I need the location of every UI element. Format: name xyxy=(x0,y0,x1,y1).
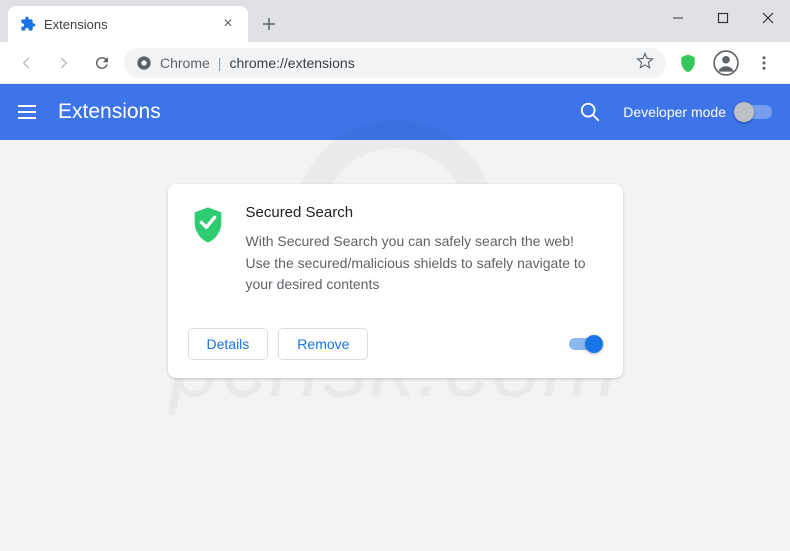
developer-mode-label: Developer mode xyxy=(623,104,726,120)
tab-title: Extensions xyxy=(44,17,212,32)
close-window-button[interactable] xyxy=(745,0,790,36)
extension-description: With Secured Search you can safely searc… xyxy=(246,231,603,296)
shield-extension-icon[interactable] xyxy=(672,47,704,79)
extension-shield-icon xyxy=(188,204,228,244)
extension-card: Secured Search With Secured Search you c… xyxy=(168,184,623,378)
maximize-button[interactable] xyxy=(700,0,745,36)
hamburger-menu-icon[interactable] xyxy=(18,105,36,119)
extension-enable-toggle[interactable] xyxy=(569,338,599,350)
browser-tab[interactable]: Extensions × xyxy=(8,6,248,42)
minimize-button[interactable] xyxy=(655,0,700,36)
browser-toolbar: Chrome | chrome://extensions xyxy=(0,42,790,84)
extension-name: Secured Search xyxy=(246,204,603,221)
content-area: pcrisk.com Secured Search With Secured S… xyxy=(0,140,790,551)
details-button[interactable]: Details xyxy=(188,328,269,360)
window-controls xyxy=(655,0,790,36)
search-icon[interactable] xyxy=(579,101,601,123)
developer-mode-toggle[interactable] xyxy=(736,105,772,119)
address-prefix: Chrome xyxy=(160,55,210,71)
browser-logo-icon xyxy=(136,55,152,71)
profile-avatar-icon[interactable] xyxy=(710,47,742,79)
close-tab-icon[interactable]: × xyxy=(220,16,236,32)
extension-puzzle-icon xyxy=(20,16,36,32)
back-button[interactable] xyxy=(10,47,42,79)
address-bar[interactable]: Chrome | chrome://extensions xyxy=(124,48,666,78)
address-url: chrome://extensions xyxy=(229,55,354,71)
bookmark-star-icon[interactable] xyxy=(636,52,654,73)
page-title: Extensions xyxy=(58,100,161,124)
kebab-menu-icon[interactable] xyxy=(748,47,780,79)
remove-button[interactable]: Remove xyxy=(278,328,368,360)
extensions-header: Extensions Developer mode xyxy=(0,84,790,140)
developer-mode-control: Developer mode xyxy=(623,104,772,120)
reload-button[interactable] xyxy=(86,47,118,79)
new-tab-button[interactable] xyxy=(254,9,284,39)
address-divider: | xyxy=(218,55,222,71)
forward-button[interactable] xyxy=(48,47,80,79)
